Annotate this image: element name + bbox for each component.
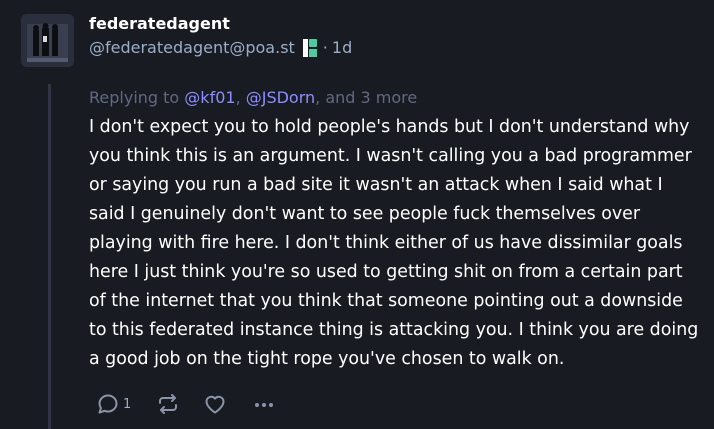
replying-prefix: Replying to — [89, 88, 185, 107]
reply-button[interactable]: 1 — [96, 392, 156, 416]
mention-link[interactable]: @JSDorn — [246, 88, 315, 107]
avatar[interactable] — [21, 14, 74, 67]
replying-comma: , — [235, 88, 246, 107]
account-row: @federatedagent@poa.st · 1d — [89, 38, 352, 58]
boost-icon — [156, 392, 180, 416]
boost-button[interactable] — [156, 392, 202, 416]
account-handle[interactable]: @federatedagent@poa.st — [89, 38, 295, 58]
replying-suffix[interactable]: , and 3 more — [315, 88, 417, 107]
status-header: federatedagent @federatedagent@poa.st · … — [89, 14, 352, 58]
thread-line — [48, 84, 51, 429]
ellipsis-icon — [252, 392, 276, 416]
action-bar: 1 — [96, 392, 276, 416]
status-content: I don't expect you to hold people's hand… — [89, 113, 701, 374]
reply-icon — [96, 392, 120, 416]
display-name[interactable]: federatedagent — [89, 14, 352, 34]
status-text: I don't expect you to hold people's hand… — [89, 117, 699, 369]
more-button[interactable] — [252, 392, 276, 416]
pleroma-app-icon — [301, 39, 319, 57]
timestamp[interactable]: 1d — [332, 38, 352, 58]
separator-dot: · — [322, 38, 328, 57]
heart-icon — [202, 392, 228, 416]
reply-count: 1 — [123, 396, 132, 412]
replying-to: Replying to @kf01, @JSDorn, and 3 more — [89, 88, 417, 108]
favourite-button[interactable] — [202, 392, 252, 416]
mention-link[interactable]: @kf01 — [184, 88, 235, 107]
